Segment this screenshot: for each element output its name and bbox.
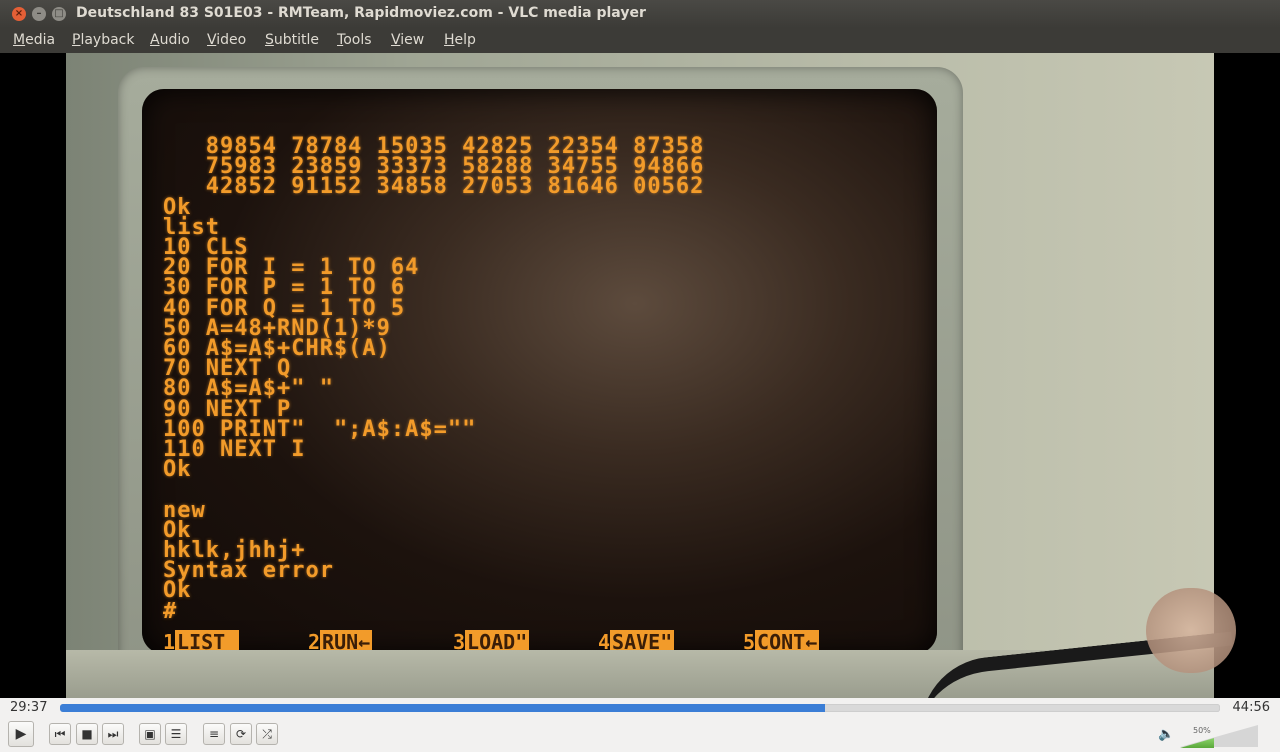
menu-subtitle[interactable]: Subtitle	[265, 32, 319, 48]
hand	[1146, 588, 1236, 673]
speaker-icon[interactable]: 🔈	[1158, 727, 1174, 742]
video-output[interactable]: 89854 78784 15035 42825 22354 87358 7598…	[0, 53, 1280, 698]
total-time[interactable]: 44:56	[1233, 700, 1270, 715]
playlist-button[interactable]: ≡	[203, 723, 225, 745]
volume-percent: 50%	[1193, 726, 1211, 735]
menu-audio[interactable]: Audio	[150, 32, 190, 48]
crt-screen: 89854 78784 15035 42825 22354 87358 7598…	[142, 89, 937, 654]
fkey-2: 2 RUN←	[308, 630, 373, 654]
fkey-3: 3 LOAD"	[453, 630, 530, 654]
close-window-button[interactable]: ×	[12, 7, 26, 21]
extended-settings-icon: ☰	[170, 727, 182, 741]
video-frame: 89854 78784 15035 42825 22354 87358 7598…	[66, 53, 1239, 698]
menu-view[interactable]: View	[391, 32, 424, 48]
playlist-icon: ≡	[208, 727, 220, 741]
menu-media[interactable]: Media	[13, 32, 55, 48]
menu-playback[interactable]: Playback	[72, 32, 134, 48]
elapsed-time: 29:37	[10, 700, 48, 715]
seek-slider[interactable]	[60, 704, 1220, 712]
loop-button[interactable]: ⟳	[230, 723, 252, 745]
menu-video[interactable]: Video	[207, 32, 246, 48]
extended-settings-button[interactable]: ☰	[165, 723, 187, 745]
seek-row: 29:37 44:56	[0, 698, 1280, 718]
fkey-4: 4 SAVE"	[598, 630, 675, 654]
stop-icon: ■	[81, 727, 93, 741]
loop-icon: ⟳	[235, 727, 247, 741]
play-icon: ▶	[15, 726, 27, 742]
seek-progress	[60, 704, 825, 712]
fullscreen-button[interactable]: ▣	[139, 723, 161, 745]
next-button[interactable]: ⏭	[102, 723, 124, 745]
fkey-1: 1 LIST	[163, 630, 240, 654]
random-icon: ⤮	[262, 727, 272, 741]
fullscreen-icon: ▣	[144, 727, 156, 741]
minimize-window-button[interactable]: –	[32, 7, 46, 21]
maximize-window-button[interactable]: □	[52, 7, 66, 21]
fkey-5: 5 CONT←	[743, 630, 820, 654]
crt-terminal-text: 89854 78784 15035 42825 22354 87358 7598…	[163, 134, 705, 624]
menu-bar: Media Playback Audio Video Subtitle Tool…	[0, 28, 1280, 53]
previous-button[interactable]: ⏮	[49, 723, 71, 745]
random-button[interactable]: ⤮	[256, 723, 278, 745]
stop-button[interactable]: ■	[76, 723, 98, 745]
play-button[interactable]: ▶	[8, 721, 34, 747]
control-bar: ▶ ⏮ ■ ⏭ ▣ ☰ ≡ ⟳ ⤮ 🔈 50%	[0, 718, 1280, 752]
title-bar: × – □ Deutschland 83 S01E03 - RMTeam, Ra…	[0, 0, 1280, 28]
next-icon: ⏭	[107, 727, 119, 741]
window-title: Deutschland 83 S01E03 - RMTeam, Rapidmov…	[76, 5, 646, 21]
menu-help[interactable]: Help	[444, 32, 476, 48]
volume-slider[interactable]	[1180, 725, 1258, 747]
previous-icon: ⏮	[54, 727, 66, 741]
menu-tools[interactable]: Tools	[337, 32, 372, 48]
